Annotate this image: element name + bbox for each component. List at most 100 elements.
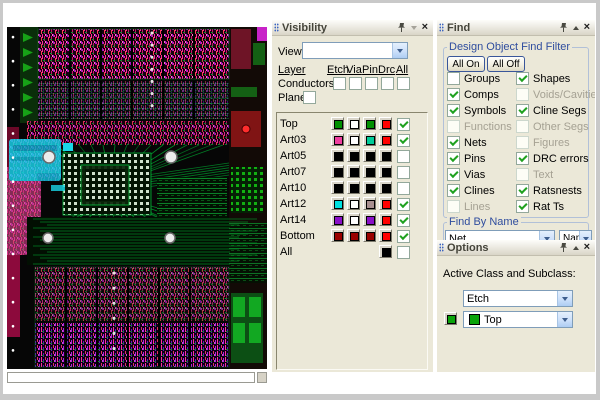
dropdown-arrow-icon[interactable]: [392, 43, 407, 58]
visibility-panel: Visibility × Views: Layer Etch Via Pin D…: [272, 20, 433, 372]
layer-color-swatch[interactable]: [363, 117, 376, 130]
layer-visible-checkbox[interactable]: [397, 198, 410, 211]
collapse-icon[interactable]: [573, 246, 579, 250]
layer-color-swatch[interactable]: [379, 117, 392, 130]
find-checkbox-clines[interactable]: [447, 184, 460, 197]
collapse-icon[interactable]: [411, 26, 417, 30]
layer-visible-checkbox[interactable]: [397, 150, 410, 163]
active-subclass-dropdown[interactable]: Top: [463, 311, 573, 328]
layer-color-swatch[interactable]: [379, 165, 392, 178]
column-header-pin[interactable]: Pin: [362, 64, 378, 76]
layer-color-swatch[interactable]: [379, 197, 392, 210]
layer-color-swatch[interactable]: [347, 181, 360, 194]
planes-checkbox[interactable]: [303, 91, 316, 104]
layer-color-swatch[interactable]: [347, 229, 360, 242]
column-header-layer[interactable]: Layer: [278, 64, 308, 76]
collapse-icon[interactable]: [573, 26, 579, 30]
layer-color-swatch[interactable]: [363, 213, 376, 226]
dropdown-arrow-icon[interactable]: [557, 291, 572, 306]
close-icon[interactable]: ×: [422, 23, 428, 32]
dropdown-arrow-icon[interactable]: [579, 231, 591, 240]
layer-color-swatch[interactable]: [347, 117, 360, 130]
layer-color-swatch[interactable]: [363, 181, 376, 194]
find-checkbox-vias[interactable]: [447, 168, 460, 181]
find-checkbox-pins[interactable]: [447, 152, 460, 165]
swatch-color: [334, 120, 343, 129]
layer-color-swatch[interactable]: [331, 181, 344, 194]
layer-color-swatch[interactable]: [347, 165, 360, 178]
scrollbar-corner-button[interactable]: [257, 372, 267, 383]
find-checkbox-cline-segs[interactable]: [516, 104, 529, 117]
layer-color-swatch[interactable]: [363, 229, 376, 242]
conductors-checkbox-via[interactable]: [349, 77, 362, 90]
column-header-drc[interactable]: Drc: [378, 64, 394, 76]
layer-row-label: Bottom: [280, 230, 315, 242]
options-titlebar[interactable]: Options ×: [437, 240, 595, 256]
all-on-button[interactable]: All On: [447, 56, 485, 72]
column-header-all[interactable]: All: [394, 64, 410, 76]
horizontal-scrollbar[interactable]: [7, 372, 255, 383]
layer-color-swatch[interactable]: [379, 213, 392, 226]
layer-color-swatch[interactable]: [331, 229, 344, 242]
layer-color-swatch[interactable]: [331, 133, 344, 146]
find-checkbox-drc-errors[interactable]: [516, 152, 529, 165]
views-dropdown[interactable]: [302, 42, 408, 59]
find-checkbox-groups[interactable]: [447, 72, 460, 85]
swatch-color: [366, 152, 375, 161]
layer-color-swatch[interactable]: [379, 133, 392, 146]
layer-color-swatch[interactable]: [347, 133, 360, 146]
name-type-dropdown[interactable]: Net: [445, 230, 555, 240]
conductors-checkbox-all[interactable]: [397, 77, 410, 90]
layer-color-swatch[interactable]: [331, 213, 344, 226]
layer-color-swatch[interactable]: [363, 197, 376, 210]
layer-color-swatch[interactable]: [379, 229, 392, 242]
all-off-button[interactable]: All Off: [487, 56, 525, 72]
layer-visible-checkbox[interactable]: [397, 214, 410, 227]
layer-color-swatch[interactable]: [331, 165, 344, 178]
layer-color-swatch[interactable]: [347, 149, 360, 162]
layer-color-swatch[interactable]: [379, 245, 392, 258]
subclass-color-swatch[interactable]: [444, 312, 457, 325]
close-icon[interactable]: ×: [584, 243, 590, 252]
layer-color-swatch[interactable]: [331, 117, 344, 130]
find-checkbox-comps[interactable]: [447, 88, 460, 101]
column-header-via[interactable]: Via: [346, 64, 362, 76]
layer-visible-checkbox[interactable]: [397, 182, 410, 195]
pushpin-icon[interactable]: [559, 243, 568, 253]
layer-visible-checkbox[interactable]: [397, 134, 410, 147]
checkbox-label: Symbols: [464, 105, 506, 117]
layer-visible-checkbox[interactable]: [397, 246, 410, 259]
conductors-checkbox-etch[interactable]: [333, 77, 346, 90]
layer-visible-checkbox[interactable]: [397, 118, 410, 131]
visibility-titlebar[interactable]: Visibility ×: [272, 20, 433, 36]
active-class-dropdown[interactable]: Etch: [463, 290, 573, 307]
name-mode-dropdown[interactable]: Name: [559, 230, 592, 240]
layer-color-swatch[interactable]: [379, 149, 392, 162]
close-icon[interactable]: ×: [584, 23, 590, 32]
layer-color-swatch[interactable]: [331, 197, 344, 210]
pushpin-icon[interactable]: [397, 23, 406, 33]
pushpin-icon[interactable]: [559, 23, 568, 33]
find-checkbox-ratsnests[interactable]: [516, 184, 529, 197]
layer-color-swatch[interactable]: [363, 149, 376, 162]
dropdown-arrow-icon[interactable]: [539, 231, 554, 240]
layer-color-swatch[interactable]: [363, 133, 376, 146]
swatch-color: [350, 200, 359, 209]
layer-color-swatch[interactable]: [347, 197, 360, 210]
dropdown-arrow-icon[interactable]: [557, 312, 572, 327]
layer-color-swatch[interactable]: [347, 213, 360, 226]
find-checkbox-functions: [447, 120, 460, 133]
find-checkbox-shapes[interactable]: [516, 72, 529, 85]
layer-color-swatch[interactable]: [379, 181, 392, 194]
conductors-checkbox-drc[interactable]: [381, 77, 394, 90]
layer-color-swatch[interactable]: [331, 149, 344, 162]
conductors-checkbox-pin[interactable]: [365, 77, 378, 90]
find-titlebar[interactable]: Find ×: [437, 20, 595, 36]
pcb-canvas[interactable]: [7, 27, 267, 369]
layer-visible-checkbox[interactable]: [397, 166, 410, 179]
find-checkbox-nets[interactable]: [447, 136, 460, 149]
find-checkbox-rat-ts[interactable]: [516, 200, 529, 213]
find-checkbox-symbols[interactable]: [447, 104, 460, 117]
layer-visible-checkbox[interactable]: [397, 230, 410, 243]
layer-color-swatch[interactable]: [363, 165, 376, 178]
